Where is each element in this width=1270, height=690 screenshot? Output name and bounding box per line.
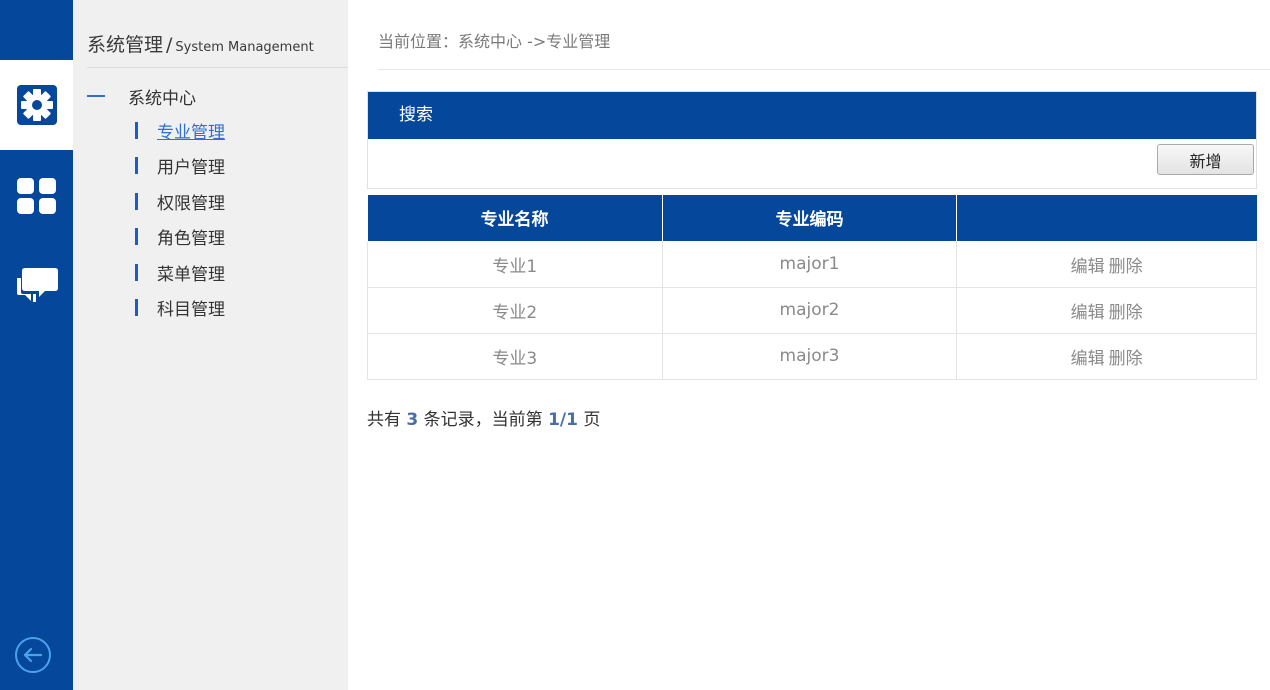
page-indicator: 1/1	[548, 410, 578, 430]
edit-link[interactable]: 编辑	[1071, 303, 1105, 323]
column-header-code: 专业编码	[661, 195, 958, 242]
cell-major-code: major3	[661, 332, 958, 380]
menu-item-marker	[135, 263, 138, 281]
side-menu-title-zh: 系统管理	[87, 34, 164, 56]
menu-item-label: 用户管理	[157, 157, 225, 178]
edit-link[interactable]: 编辑	[1071, 349, 1105, 369]
rail-item-settings[interactable]	[0, 60, 73, 150]
edit-link[interactable]: 编辑	[1071, 257, 1105, 277]
summary-prefix: 共有	[367, 410, 401, 430]
delete-link[interactable]: 删除	[1109, 349, 1143, 369]
rail-item-messages[interactable]	[0, 240, 73, 330]
title-separator: /	[166, 34, 173, 56]
column-header-actions	[956, 195, 1257, 242]
cell-major-name: 专业3	[367, 332, 663, 380]
back-arrow-icon	[15, 637, 51, 673]
delete-link[interactable]: 删除	[1109, 303, 1143, 323]
collapse-dash-icon	[87, 95, 105, 97]
add-button[interactable]: 新增	[1157, 144, 1254, 175]
menu-item-role[interactable]: 角色管理	[135, 224, 225, 249]
cell-actions: 编辑 删除	[956, 332, 1257, 380]
summary-middle: 条记录，当前第	[423, 410, 543, 430]
menu-item-label: 权限管理	[157, 193, 225, 214]
breadcrumb: 当前位置：系统中心 ->专业管理	[378, 28, 1270, 70]
summary-suffix: 页	[583, 410, 601, 430]
menu-item-menu[interactable]: 菜单管理	[135, 260, 225, 285]
cell-actions: 编辑 删除	[956, 240, 1257, 288]
chat-icon	[16, 268, 58, 302]
cell-actions: 编辑 删除	[956, 286, 1257, 334]
search-panel: 搜索 新增	[367, 91, 1257, 189]
menu-item-marker	[135, 192, 138, 210]
icon-rail	[0, 0, 73, 690]
table-row: 专业1 major1 编辑 删除	[367, 240, 1257, 288]
rail-item-apps[interactable]	[0, 150, 73, 240]
side-menu-title-en: System Management	[175, 40, 314, 55]
menu-item-marker	[135, 121, 138, 139]
menu-item-subject[interactable]: 科目管理	[135, 295, 225, 320]
grid-icon	[16, 178, 56, 214]
table-row: 专业2 major2 编辑 删除	[367, 286, 1257, 334]
side-menu: 系统管理 / System Management 系统中心 专业管理 用户管理 权限…	[73, 0, 348, 690]
menu-item-marker	[135, 227, 138, 245]
table-row: 专业3 major3 编辑 删除	[367, 332, 1257, 380]
menu-item-permission[interactable]: 权限管理	[135, 189, 225, 214]
column-header-name: 专业名称	[367, 195, 663, 242]
menu-group-system-center[interactable]: 系统中心	[87, 84, 196, 109]
menu-item-label: 科目管理	[157, 299, 225, 320]
menu-item-label: 菜单管理	[157, 264, 225, 285]
menu-group-label: 系统中心	[128, 88, 196, 109]
table-header-row: 专业名称 专业编码	[367, 195, 1257, 242]
menu-item-label: 角色管理	[157, 228, 225, 249]
cell-major-name: 专业2	[367, 286, 663, 334]
menu-item-marker	[135, 298, 138, 316]
gear-icon	[16, 85, 57, 125]
side-menu-title: 系统管理 / System Management	[87, 30, 348, 68]
menu-item-user[interactable]: 用户管理	[135, 153, 225, 178]
pagination-summary: 共有 3 条记录，当前第 1/1 页	[367, 405, 600, 430]
menu-item-marker	[135, 156, 138, 174]
back-button[interactable]	[14, 636, 52, 674]
delete-link[interactable]: 删除	[1109, 257, 1143, 277]
menu-item-major[interactable]: 专业管理	[135, 118, 225, 143]
cell-major-code: major2	[661, 286, 958, 334]
search-panel-title: 搜索	[368, 92, 1256, 139]
record-count: 3	[406, 410, 419, 430]
major-table: 专业名称 专业编码 专业1 major1 编辑 删除 专业2 major2 编辑删…	[367, 195, 1257, 380]
cell-major-name: 专业1	[367, 240, 663, 288]
cell-major-code: major1	[661, 240, 958, 288]
menu-item-label: 专业管理	[157, 122, 225, 143]
